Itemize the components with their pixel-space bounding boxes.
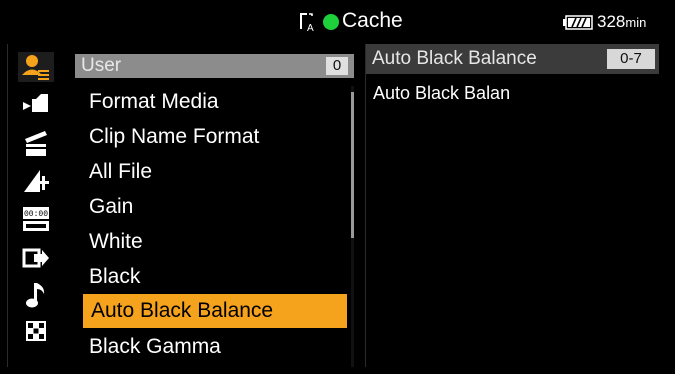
- menu-item-black-gamma[interactable]: Black Gamma: [81, 330, 343, 364]
- detail-value[interactable]: Auto Black Balan: [373, 82, 510, 104]
- camera-menu-screen: A Cache 328min 00:00 User 0 Format Media…: [0, 0, 675, 374]
- svg-text:A: A: [307, 23, 314, 33]
- remaining-time-value: 328: [597, 12, 626, 31]
- menu-item-clip-name-format[interactable]: Clip Name Format: [81, 120, 343, 154]
- audio-icon[interactable]: [18, 280, 54, 310]
- menu-item-black[interactable]: Black: [81, 260, 343, 294]
- menu-item-white[interactable]: White: [81, 225, 343, 259]
- output-icon[interactable]: [18, 243, 54, 273]
- svg-text:00:00: 00:00: [24, 210, 48, 219]
- battery-icon: [563, 15, 593, 30]
- timecode-icon[interactable]: 00:00: [18, 204, 54, 234]
- media-label: Cache: [342, 9, 403, 32]
- media-lock-icon: A: [298, 11, 320, 34]
- menu-item-auto-black-balance[interactable]: Auto Black Balance: [83, 294, 347, 328]
- paint-icon[interactable]: [18, 166, 54, 196]
- remaining-time-unit: min: [625, 15, 647, 30]
- detail-title: Auto Black Balance: [372, 48, 537, 69]
- detail-header: Auto Black Balance 0-7: [366, 44, 659, 74]
- camera-icon[interactable]: [18, 89, 54, 119]
- menu-item-gain[interactable]: Gain: [81, 190, 343, 224]
- record-indicator: [323, 14, 339, 30]
- menu-scrollbar-thumb[interactable]: [351, 92, 354, 238]
- remaining-time: 328min: [597, 12, 646, 33]
- detail-range-badge: 0-7: [607, 49, 655, 69]
- grid-icon[interactable]: [18, 316, 54, 346]
- menu-header-label: User: [81, 55, 122, 76]
- menu-item-all-file[interactable]: All File: [81, 155, 343, 189]
- user-menu-icon[interactable]: [18, 52, 54, 82]
- menu-list: User 0 Format Media Clip Name Format All…: [75, 44, 354, 367]
- clapper-icon[interactable]: [18, 128, 54, 158]
- menu-header: User 0: [75, 54, 354, 78]
- category-sidebar: 00:00: [7, 44, 65, 367]
- menu-item-format-media[interactable]: Format Media: [81, 85, 343, 119]
- status-bar: A Cache 328min: [0, 0, 675, 40]
- menu-header-count: 0: [326, 57, 348, 75]
- detail-panel: Auto Black Balance 0-7 Auto Black Balan: [365, 44, 659, 367]
